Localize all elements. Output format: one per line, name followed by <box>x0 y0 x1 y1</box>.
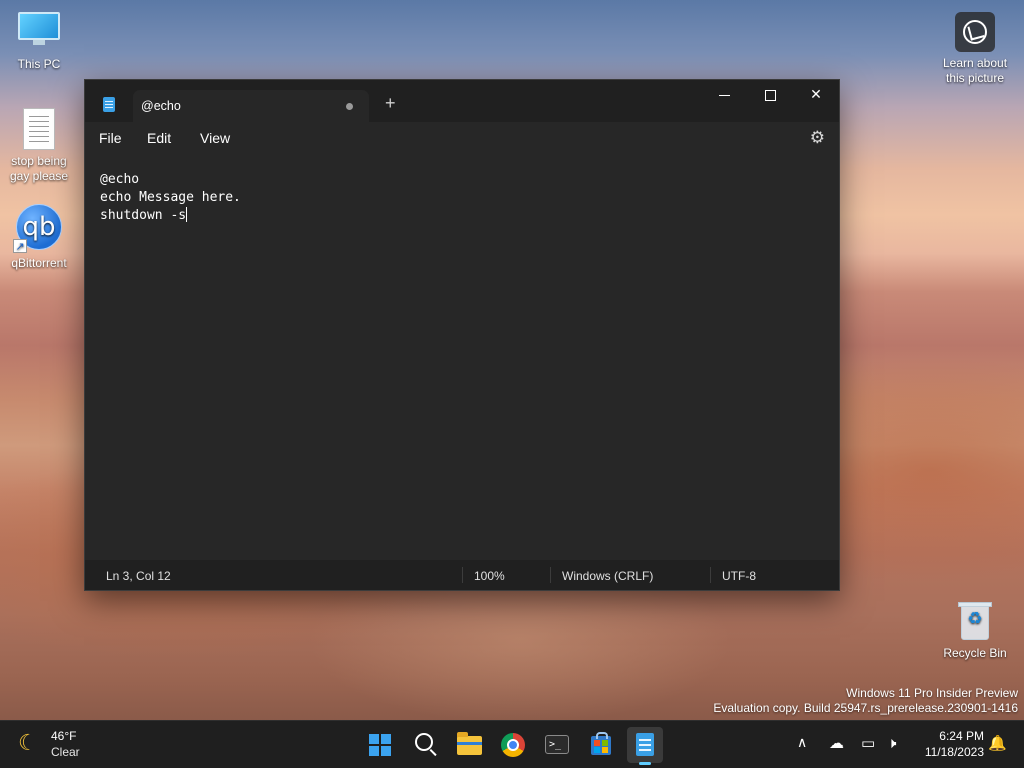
qbittorrent-icon: qb ↗ <box>13 204 62 253</box>
desktop-icon-label: stop being gay please <box>9 154 69 183</box>
search-button[interactable] <box>407 727 443 763</box>
shortcut-arrow-icon: ↗ <box>13 239 27 253</box>
close-button[interactable]: ✕ <box>793 80 839 110</box>
desktop-icon-label: Recycle Bin <box>943 646 1007 660</box>
status-divider <box>550 567 551 583</box>
watermark-line: Windows 11 Pro Insider Preview <box>846 686 1018 700</box>
desktop-icon-label: This PC <box>17 57 61 71</box>
store-icon <box>591 732 611 755</box>
tab-echo[interactable]: @echo <box>133 90 369 122</box>
taskbar: ☾ 46°F Clear >_ ∧ ☁ ▭ 🕨 6:24 PM 11/18/20… <box>0 720 1024 768</box>
chrome-button[interactable] <box>495 727 531 763</box>
unsaved-dot-icon[interactable] <box>346 103 353 110</box>
file-explorer-button[interactable] <box>451 727 487 763</box>
settings-gear-icon[interactable]: ⚙ <box>810 128 825 148</box>
editor-line-text: shutdown -s <box>100 208 187 223</box>
network-icon[interactable]: ▭ <box>861 734 875 752</box>
desktop-icon-recycle-bin[interactable]: ♻ Recycle Bin <box>936 600 1014 661</box>
menu-edit[interactable]: Edit <box>147 130 171 146</box>
menu-file[interactable]: File <box>99 130 122 146</box>
start-button[interactable] <box>362 727 398 763</box>
volume-muted-icon[interactable]: 🕨 <box>887 734 896 752</box>
text-file-icon <box>23 108 55 150</box>
desktop-icon-label: qBittorrent <box>11 256 67 270</box>
onedrive-offline-icon[interactable]: ☁ <box>829 734 844 752</box>
editor-line: echo Message here. <box>100 190 241 205</box>
file-explorer-icon <box>457 732 482 755</box>
menu-bar: File Edit View ⚙ <box>85 122 839 154</box>
store-button[interactable] <box>583 727 619 763</box>
notepad-window: @echo + ✕ File Edit View ⚙ @echo echo Me… <box>84 79 840 591</box>
encoding[interactable]: UTF-8 <box>722 569 756 583</box>
notepad-taskbar-button[interactable] <box>627 727 663 765</box>
chevron-up-icon[interactable]: ∧ <box>797 735 807 751</box>
chrome-icon <box>501 733 525 757</box>
line-ending[interactable]: Windows (CRLF) <box>562 569 653 583</box>
editor-line: @echo <box>100 172 140 187</box>
text-editor[interactable]: @echo echo Message here. shutdown -s <box>85 154 839 560</box>
computer-icon <box>18 12 60 46</box>
recycle-bin-icon: ♻ <box>957 600 993 640</box>
close-icon: ✕ <box>810 87 822 103</box>
text-caret <box>186 207 188 222</box>
menu-view[interactable]: View <box>200 130 230 146</box>
clock[interactable]: 6:24 PM 11/18/2023 <box>914 728 984 760</box>
moon-icon: ☾ <box>18 731 38 756</box>
maximize-icon <box>764 89 776 101</box>
terminal-button[interactable]: >_ <box>539 727 575 763</box>
start-icon <box>369 734 391 756</box>
notification-bell-icon[interactable]: 🔔 <box>988 734 1007 752</box>
evaluation-watermark: Windows 11 Pro Insider Preview Evaluatio… <box>713 686 1018 716</box>
terminal-icon: >_ <box>545 735 569 754</box>
weather-condition: Clear <box>51 745 80 759</box>
watermark-line: Evaluation copy. Build 25947.rs_prerelea… <box>713 701 1018 715</box>
minimize-icon <box>718 94 730 96</box>
maximize-button[interactable] <box>747 80 793 110</box>
notepad-icon <box>103 97 115 112</box>
minimize-button[interactable] <box>701 80 747 110</box>
title-bar[interactable]: @echo + ✕ <box>85 80 839 122</box>
zoom-level[interactable]: 100% <box>474 569 505 583</box>
search-icon <box>415 733 433 751</box>
camera-icon <box>955 12 995 52</box>
notepad-icon <box>636 733 654 756</box>
new-tab-button[interactable]: + <box>385 94 396 112</box>
status-divider <box>462 567 463 583</box>
learn-about-label: Learn about this picture <box>942 56 1008 85</box>
desktop-icon-text-file[interactable]: stop being gay please <box>0 108 78 184</box>
clock-date: 11/18/2023 <box>924 745 984 759</box>
editor-line-current: shutdown -s <box>100 207 839 225</box>
status-bar: Ln 3, Col 12 100% Windows (CRLF) UTF-8 <box>85 560 839 590</box>
weather-temperature: 46°F <box>51 729 77 743</box>
learn-about-picture[interactable]: Learn about this picture <box>935 12 1015 86</box>
status-divider <box>710 567 711 583</box>
clock-time: 6:24 PM <box>939 729 984 743</box>
desktop-icon-qbittorrent[interactable]: qb ↗ qBittorrent <box>0 204 78 271</box>
desktop-icon-this-pc[interactable]: This PC <box>0 12 78 72</box>
cursor-position: Ln 3, Col 12 <box>106 569 171 583</box>
tab-title: @echo <box>141 99 181 113</box>
